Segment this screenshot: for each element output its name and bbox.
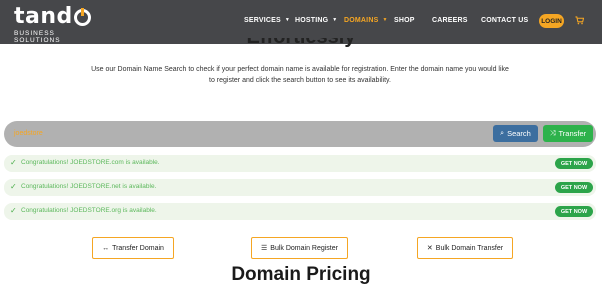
nav-item-contact-us[interactable]: CONTACT US [481,17,528,24]
brand-wordmark: tand [14,6,104,28]
search-icon: ⌕ [500,129,505,137]
result-message: Congratulations! JOEDSTORE.net is availa… [21,183,157,190]
nav-item-services[interactable]: SERVICES ▼ [244,17,290,24]
nav-item-domains[interactable]: DOMAINS ▼ [344,17,388,24]
nav-item-label: CAREERS [432,17,468,24]
list-icon: ☰ [261,245,268,252]
result-row: ✓ Congratulations! JOEDSTORE.net is avai… [4,179,596,196]
nav-item-label: DOMAINS [344,17,379,24]
nav-item-shop[interactable]: SHOP [394,17,415,24]
chevron-down-icon: ▼ [284,17,291,23]
transfer-domain-button[interactable]: ↔ Transfer Domain [92,237,174,259]
bulk-transfer-label: Bulk Domain Transfer [435,244,504,252]
get-now-button[interactable]: GET NOW [555,158,593,169]
result-message: Congratulations! JOEDSTORE.com is availa… [21,159,160,166]
arrows-horizontal-icon: ↔ [102,244,110,252]
check-icon: ✓ [10,158,17,167]
transfer-button-label: Transfer [558,129,587,138]
bulk-register-label: Bulk Domain Register [270,244,338,252]
result-row: ✓ Congratulations! JOEDSTORE.com is avai… [4,155,596,172]
nav-item-label: SERVICES [244,17,281,24]
page-heading: Effortlessly [0,38,602,52]
result-message: Congratulations! JOEDSTORE.org is availa… [21,207,157,214]
nav-item-label: CONTACT US [481,17,529,24]
result-row: ✓ Congratulations! JOEDSTORE.org is avai… [4,203,596,220]
power-o-icon [73,7,91,26]
shuffle-icon: ⤨ [549,129,556,137]
bulk-domain-transfer-button[interactable]: ✕ Bulk Domain Transfer [417,237,513,259]
nav-item-hosting[interactable]: HOSTING ▼ [295,17,337,24]
login-button[interactable]: LOGIN [539,14,564,28]
chevron-down-icon: ▼ [382,17,388,23]
transfer-button[interactable]: ⤨ Transfer [543,125,593,142]
intro-text: Use our Domain Name Search to check if y… [91,66,509,84]
brand-logo[interactable]: tand BUSINESS SOLUTIONS [14,6,104,44]
nav-item-careers[interactable]: CAREERS [432,17,468,24]
get-now-button[interactable]: GET NOW [555,206,593,217]
search-query-text: joedstore [14,130,43,137]
bulk-domain-register-button[interactable]: ☰ Bulk Domain Register [251,237,348,259]
get-now-button[interactable]: GET NOW [555,182,593,193]
cart-icon[interactable] [575,16,584,25]
search-button[interactable]: ⌕ Search [493,125,538,142]
check-icon: ✓ [10,182,17,191]
nav-item-label: SHOP [394,17,415,24]
search-button-label: Search [507,129,531,138]
check-icon: ✓ [10,206,17,215]
nav-item-label: HOSTING [295,17,329,24]
chevron-down-icon: ▼ [332,17,338,23]
domain-pricing-heading: Domain Pricing [231,264,371,285]
expand-arrows-icon: ✕ [426,245,433,252]
transfer-domain-label: Transfer Domain [112,244,164,252]
